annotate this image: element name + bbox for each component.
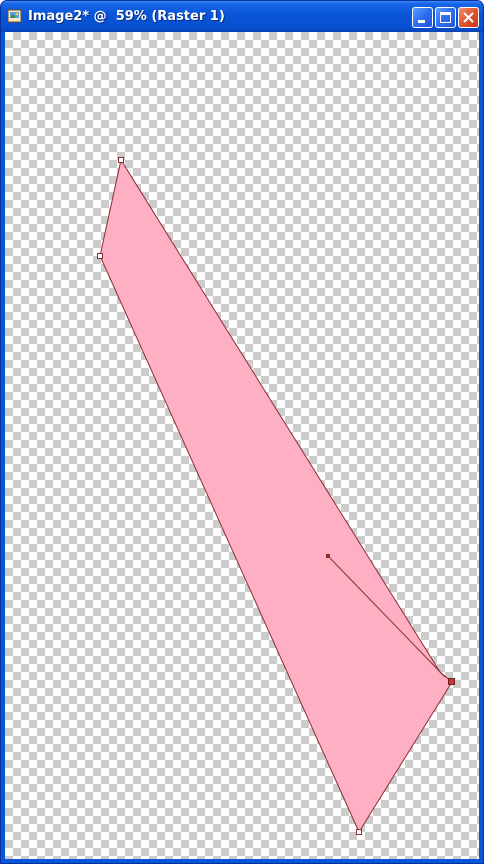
polygon-node[interactable] xyxy=(356,829,362,835)
control-point-handle[interactable] xyxy=(326,554,330,558)
polygon-node[interactable] xyxy=(118,157,124,163)
close-icon xyxy=(463,12,474,23)
vector-layer[interactable] xyxy=(5,32,479,859)
window-title: Image2* @ 59% (Raster 1) xyxy=(28,9,225,24)
maximize-button[interactable] xyxy=(435,7,456,28)
polygon-node[interactable] xyxy=(97,253,103,259)
title-bar[interactable]: Image2* @ 59% (Raster 1) xyxy=(1,1,483,32)
minimize-button[interactable] xyxy=(412,7,433,28)
maximize-icon xyxy=(440,12,451,23)
image-window: Image2* @ 59% (Raster 1) xyxy=(0,0,484,864)
app-icon[interactable] xyxy=(7,8,23,24)
close-button[interactable] xyxy=(458,7,479,28)
pink-polygon-shape[interactable] xyxy=(99,158,453,834)
polygon-node-selected[interactable] xyxy=(448,678,455,685)
minimize-icon xyxy=(418,20,425,23)
image-canvas[interactable] xyxy=(5,32,479,859)
